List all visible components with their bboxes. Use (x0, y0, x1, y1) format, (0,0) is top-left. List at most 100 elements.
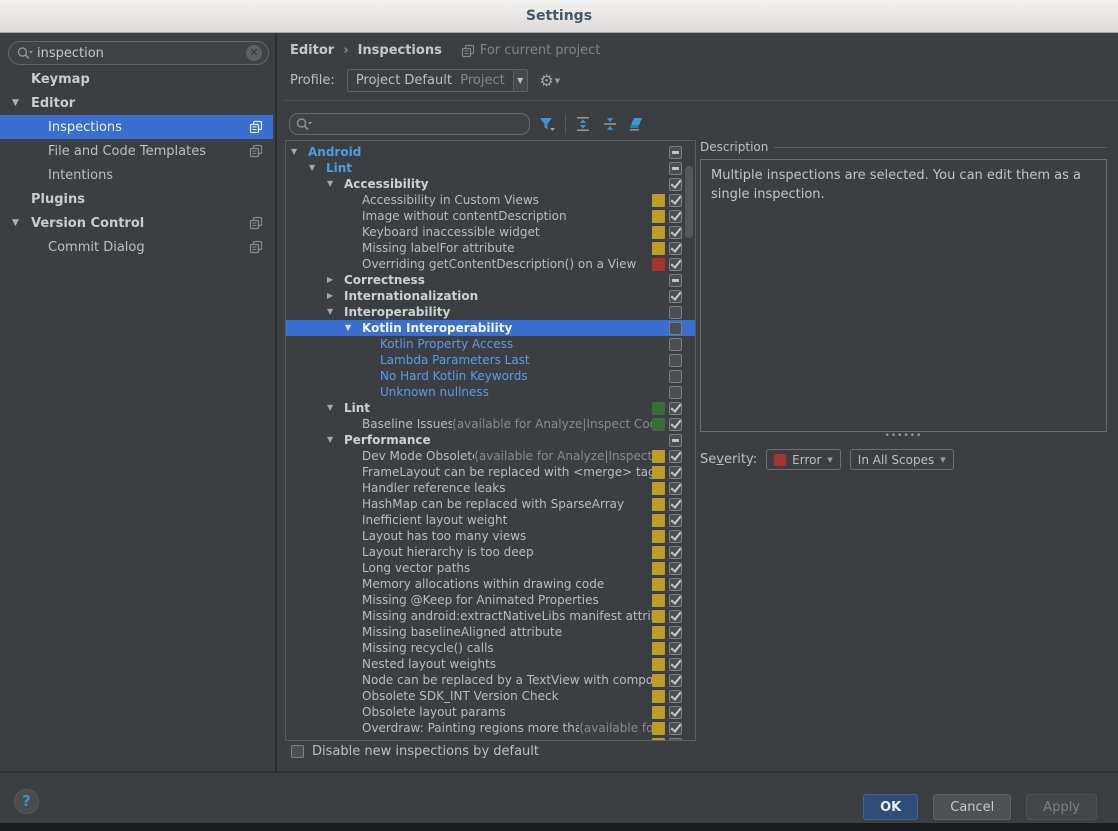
inspections-tree[interactable]: ▼ Android ▼ Lint ▼ Accessibility Accessibility… (285, 140, 696, 741)
expand-arrow-icon[interactable]: ▼ (345, 320, 362, 336)
tree-row[interactable]: ▼ Android (286, 144, 695, 160)
tree-row[interactable]: Missing baselineAligned attribute (286, 624, 695, 640)
tree-row[interactable]: Handler reference leaks (286, 480, 695, 496)
tree-row[interactable]: HashMap can be replaced with SparseArray (286, 496, 695, 512)
row-checkbox[interactable] (669, 449, 682, 463)
expand-arrow-icon[interactable]: ▶ (327, 288, 344, 304)
collapse-all-icon[interactable] (600, 114, 620, 134)
expand-arrow-icon[interactable]: ▼ (12, 218, 31, 228)
sidebar-item-intentions[interactable]: Intentions (0, 163, 273, 187)
row-checkbox[interactable] (669, 529, 682, 543)
cancel-button[interactable]: Cancel (933, 794, 1012, 820)
ok-button[interactable]: OK (863, 794, 919, 820)
row-checkbox[interactable] (669, 625, 682, 639)
gear-icon[interactable]: ⚙ ▼ (539, 71, 560, 91)
tree-row[interactable]: Obsolete layout params (286, 704, 695, 720)
row-checkbox[interactable] (669, 545, 682, 559)
tree-row[interactable]: ▼ Lint (286, 400, 695, 416)
row-checkbox[interactable] (669, 609, 682, 623)
row-checkbox[interactable] (669, 593, 682, 607)
sidebar-item-file-and-code-templates[interactable]: File and Code Templates (0, 139, 273, 163)
filter-icon[interactable] (537, 114, 557, 134)
row-checkbox[interactable] (669, 657, 682, 671)
row-checkbox[interactable] (669, 225, 682, 239)
tree-row[interactable]: FrameLayout can be replaced with <merge>… (286, 464, 695, 480)
tree-row[interactable]: Overriding getContentDescription() on a … (286, 256, 695, 272)
tree-row[interactable]: Image without contentDescription (286, 208, 695, 224)
tree-row[interactable]: ▼ Accessibility (286, 176, 695, 192)
expand-arrow-icon[interactable]: ▼ (327, 176, 344, 192)
row-checkbox[interactable] (669, 305, 682, 319)
tree-row[interactable]: Keyboard inaccessible widget (286, 224, 695, 240)
sidebar-item-editor[interactable]: ▼ Editor (0, 91, 273, 115)
row-checkbox[interactable] (669, 417, 682, 431)
row-checkbox[interactable] (669, 401, 682, 415)
row-checkbox[interactable] (669, 465, 682, 479)
splitter-handle[interactable]: •••••• (700, 432, 1107, 441)
tree-row[interactable]: ▶ Internationalization (286, 288, 695, 304)
expand-arrow-icon[interactable]: ▼ (12, 98, 31, 108)
tree-row[interactable]: Memory allocations within drawing code (286, 576, 695, 592)
sidebar-search-field[interactable]: ✕ (8, 41, 269, 65)
row-checkbox[interactable] (669, 561, 682, 575)
sidebar-item-plugins[interactable]: Plugins (0, 187, 273, 211)
profile-combobox[interactable]: Project Default Project ▼ (346, 69, 528, 92)
tree-row[interactable]: Lambda Parameters Last (286, 352, 695, 368)
tree-row[interactable]: Kotlin Property Access (286, 336, 695, 352)
chevron-down-icon[interactable]: ▼ (512, 70, 527, 91)
expand-arrow-icon[interactable]: ▶ (327, 272, 344, 288)
row-checkbox[interactable] (669, 673, 682, 687)
sidebar-search-input[interactable] (37, 45, 246, 61)
row-checkbox[interactable] (669, 177, 682, 191)
tree-row[interactable]: Nested layout weights (286, 656, 695, 672)
tree-row[interactable]: Missing android:extractNativeLibs manife… (286, 608, 695, 624)
row-checkbox[interactable] (669, 321, 682, 335)
expand-arrow-icon[interactable]: ▼ (309, 160, 326, 176)
severity-dropdown[interactable]: Error ▼ (766, 449, 841, 470)
tree-row[interactable]: Missing recycle() calls (286, 640, 695, 656)
row-checkbox[interactable] (669, 641, 682, 655)
row-checkbox[interactable] (669, 193, 682, 207)
tree-row[interactable]: ▼ Lint (286, 160, 695, 176)
row-checkbox[interactable] (669, 721, 682, 735)
disable-new-inspections-option[interactable]: Disable new inspections by default (291, 744, 539, 759)
breadcrumb-editor[interactable]: Editor (290, 43, 334, 58)
sidebar-item-commit-dialog[interactable]: Commit Dialog (0, 235, 273, 259)
row-checkbox[interactable] (669, 241, 682, 255)
row-checkbox[interactable] (669, 705, 682, 719)
help-icon[interactable]: ? (14, 789, 39, 814)
row-checkbox[interactable] (669, 737, 682, 740)
disable-new-inspections-checkbox[interactable] (291, 745, 304, 758)
clear-icon[interactable]: ✕ (246, 45, 262, 61)
tree-row[interactable]: Inefficient layout weight (286, 512, 695, 528)
row-checkbox[interactable] (669, 273, 682, 287)
row-checkbox[interactable] (669, 689, 682, 703)
row-checkbox[interactable] (669, 353, 682, 367)
row-checkbox[interactable] (669, 481, 682, 495)
tree-row[interactable]: Overdraw: Painting regions more than onc… (286, 720, 695, 736)
row-checkbox[interactable] (669, 209, 682, 223)
inspections-search-input[interactable] (316, 116, 523, 132)
expand-arrow-icon[interactable]: ▼ (327, 400, 344, 416)
row-checkbox[interactable] (669, 577, 682, 591)
expand-arrow-icon[interactable]: ▼ (291, 144, 308, 160)
row-checkbox[interactable] (669, 433, 682, 447)
row-checkbox[interactable] (669, 161, 682, 175)
tree-row[interactable]: ▶ Correctness (286, 272, 695, 288)
row-checkbox[interactable] (669, 289, 682, 303)
tree-row[interactable]: Dev Mode Obsolete (available for Analyze… (286, 448, 695, 464)
row-checkbox[interactable] (669, 337, 682, 351)
tree-row[interactable]: Unknown nullness (286, 384, 695, 400)
sidebar-item-version-control[interactable]: ▼ Version Control (0, 211, 273, 235)
tree-row[interactable]: Missing @Keep for Animated Properties (286, 592, 695, 608)
tree-row[interactable]: Accessibility in Custom Views (286, 192, 695, 208)
tree-row[interactable] (286, 736, 695, 740)
row-checkbox[interactable] (669, 497, 682, 511)
reset-icon[interactable] (627, 114, 647, 134)
expand-all-icon[interactable] (573, 114, 593, 134)
tree-row[interactable]: Node can be replaced by a TextView with … (286, 672, 695, 688)
sidebar-item-inspections[interactable]: Inspections (0, 115, 273, 139)
scope-dropdown[interactable]: In All Scopes ▼ (849, 449, 954, 470)
expand-arrow-icon[interactable]: ▼ (327, 304, 344, 320)
row-checkbox[interactable] (669, 257, 682, 271)
